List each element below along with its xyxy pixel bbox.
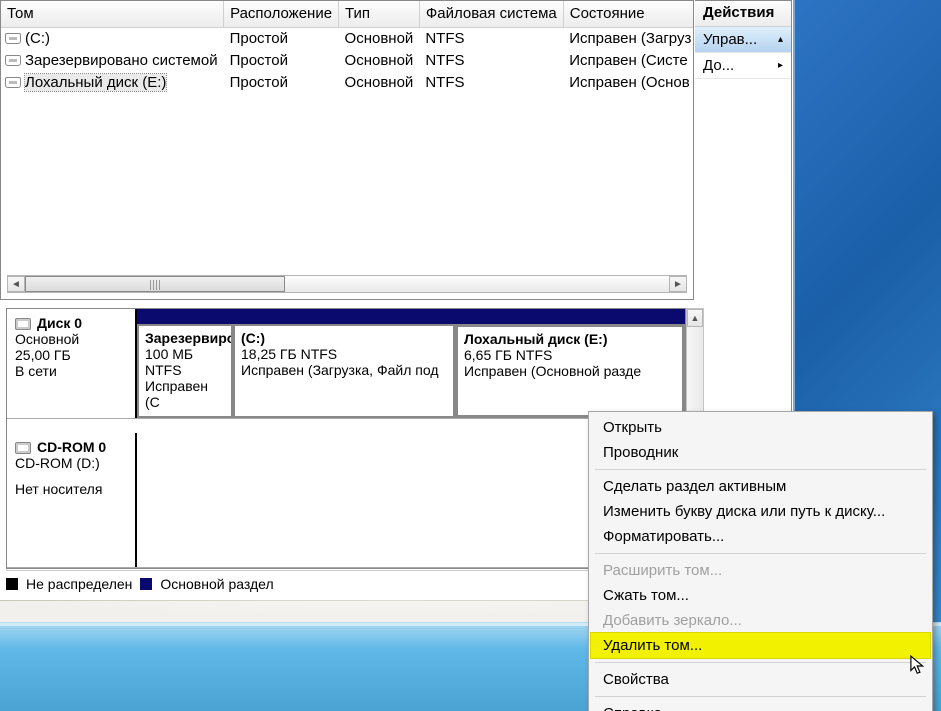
disk-info-cdrom[interactable]: CD-ROM 0 CD-ROM (D:) Нет носителя — [7, 433, 137, 567]
disk-icon — [15, 318, 31, 330]
partition-c[interactable]: (C:) 18,25 ГБ NTFS Исправен (Загрузка, Ф… — [233, 324, 455, 418]
legend-unallocated-icon — [6, 578, 18, 590]
disk-type: Основной — [15, 331, 127, 347]
chevron-up-icon: ▴ — [778, 34, 783, 45]
drive-icon — [5, 33, 21, 44]
actions-item-more[interactable]: До... ▸ — [695, 53, 791, 79]
table-row[interactable]: Зарезервировано системой Простой Основно… — [1, 49, 694, 71]
menu-help[interactable]: Справка — [591, 701, 930, 711]
menu-delete-volume[interactable]: Удалить том... — [591, 633, 930, 658]
volume-name: (C:) — [25, 30, 50, 47]
disk-map: Диск 0 Основной 25,00 ГБ В сети Зарезерв… — [6, 308, 686, 569]
disk-title: Диск 0 — [37, 315, 82, 331]
menu-separator — [595, 662, 926, 663]
actions-label: Управ... — [703, 31, 757, 48]
volume-type: Основной — [339, 49, 420, 71]
chevron-right-icon: ▸ — [778, 60, 783, 71]
legend-primary-label: Основной раздел — [160, 576, 273, 592]
volume-layout: Простой — [224, 49, 339, 71]
legend-primary-icon — [140, 578, 152, 590]
volume-name: Лохальный диск (E:) — [25, 74, 166, 91]
cdrom-state: Нет носителя — [15, 481, 127, 497]
drive-icon — [5, 55, 21, 66]
actions-header: Действия — [695, 1, 791, 27]
menu-extend: Расширить том... — [591, 558, 930, 583]
volume-name: Зарезервировано системой — [25, 52, 218, 69]
disk-stripe — [137, 309, 685, 324]
volume-layout: Простой — [224, 27, 339, 49]
disk-info[interactable]: Диск 0 Основной 25,00 ГБ В сети — [7, 309, 137, 418]
partition-size: 100 МБ NTFS — [145, 346, 225, 378]
volume-status: Исправен (Систе — [563, 49, 694, 71]
cdrom-icon — [15, 442, 31, 454]
partition-reserved[interactable]: Зарезервиро 100 МБ NTFS Исправен (С — [137, 324, 233, 418]
menu-explorer[interactable]: Проводник — [591, 440, 930, 465]
volume-fs: NTFS — [419, 27, 563, 49]
partition-size: 18,25 ГБ NTFS — [241, 346, 447, 362]
cursor-icon — [910, 655, 928, 677]
volume-layout: Простой — [224, 71, 339, 93]
scroll-thumb[interactable] — [25, 276, 285, 292]
volume-status: Исправен (Основ — [563, 71, 694, 93]
col-location[interactable]: Расположение — [224, 1, 339, 27]
menu-make-active[interactable]: Сделать раздел активным — [591, 474, 930, 499]
volume-status: Исправен (Загруз — [563, 27, 694, 49]
context-menu: Открыть Проводник Сделать раздел активны… — [588, 411, 933, 711]
partition-e-selected[interactable]: Лохальный диск (E:) 6,65 ГБ NTFS Исправе… — [455, 324, 685, 418]
col-filesystem[interactable]: Файловая система — [419, 1, 563, 27]
legend-unallocated-label: Не распределен — [26, 576, 132, 592]
col-volume[interactable]: Том — [1, 1, 224, 27]
partition-status: Исправен (Загрузка, Файл под — [241, 362, 447, 378]
volume-type: Основной — [339, 71, 420, 93]
menu-shrink[interactable]: Сжать том... — [591, 583, 930, 608]
scroll-right-button[interactable]: ► — [669, 276, 687, 292]
col-type[interactable]: Тип — [339, 1, 420, 27]
col-status[interactable]: Состояние — [563, 1, 694, 27]
menu-mirror: Добавить зеркало... — [591, 608, 930, 633]
menu-separator — [595, 469, 926, 470]
menu-change-letter[interactable]: Изменить букву диска или путь к диску... — [591, 499, 930, 524]
volume-fs: NTFS — [419, 71, 563, 93]
partition-status: Исправен (С — [145, 378, 225, 410]
menu-separator — [595, 696, 926, 697]
disk-state: В сети — [15, 363, 127, 379]
horizontal-scrollbar[interactable]: ◄ ► — [7, 275, 687, 293]
menu-format[interactable]: Форматировать... — [591, 524, 930, 549]
partition-title: Лохальный диск (E:) — [464, 331, 676, 347]
scroll-left-button[interactable]: ◄ — [7, 276, 25, 292]
partition-title: Зарезервиро — [145, 330, 225, 346]
volume-type: Основной — [339, 27, 420, 49]
partition-title: (C:) — [241, 330, 447, 346]
menu-open[interactable]: Открыть — [591, 415, 930, 440]
partition-size: 6,65 ГБ NTFS — [464, 347, 676, 363]
cdrom-title: CD-ROM 0 — [37, 439, 106, 455]
actions-label: До... — [703, 57, 734, 74]
disk-size: 25,00 ГБ — [15, 347, 127, 363]
drive-icon — [5, 77, 21, 88]
volume-fs: NTFS — [419, 49, 563, 71]
partition-status: Исправен (Основной разде — [464, 363, 676, 379]
volume-list: Том Расположение Тип Файловая система Со… — [0, 0, 694, 300]
actions-item-manage[interactable]: Управ... ▴ — [695, 27, 791, 53]
menu-properties[interactable]: Свойства — [591, 667, 930, 692]
menu-separator — [595, 553, 926, 554]
table-row[interactable]: (C:) Простой Основной NTFS Исправен (Заг… — [1, 27, 694, 49]
scroll-up-button[interactable]: ▲ — [687, 309, 703, 327]
cdrom-letter: CD-ROM (D:) — [15, 455, 127, 471]
legend: Не распределен Основной раздел — [6, 570, 686, 594]
table-row-selected[interactable]: Лохальный диск (E:) Простой Основной NTF… — [1, 71, 694, 93]
